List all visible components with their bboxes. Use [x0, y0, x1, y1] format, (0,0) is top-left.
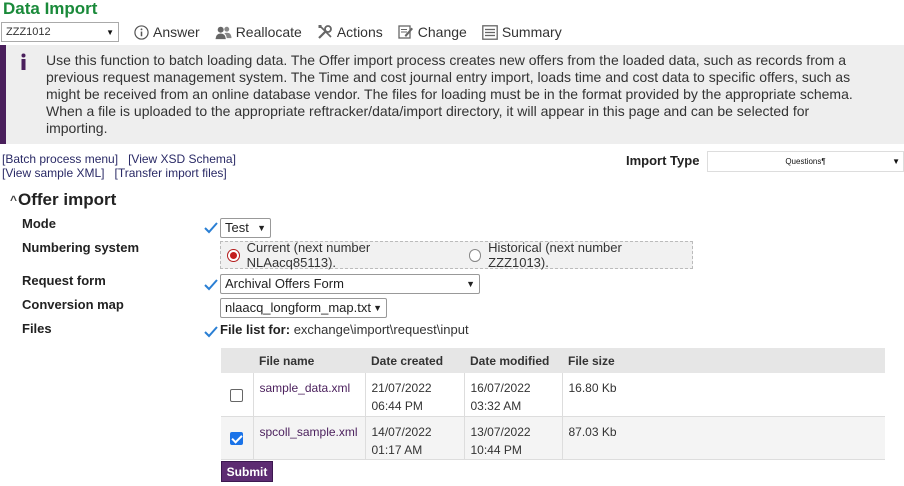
- file-list-path: File list for: exchange\import\request\i…: [220, 322, 469, 337]
- page-title: Data Import: [3, 0, 98, 18]
- batch-process-menu-link[interactable]: [Batch process menu]: [2, 152, 118, 166]
- info-circle-icon: [134, 24, 149, 40]
- change-label: Change: [417, 24, 467, 40]
- header-file-name[interactable]: File name: [253, 348, 365, 373]
- chevron-down-icon: ▼: [257, 223, 266, 233]
- request-select-value: ZZZ1012: [6, 26, 51, 38]
- actions-label: Actions: [336, 24, 383, 40]
- edit-icon: [398, 25, 413, 39]
- links-bar: [Batch process menu] [View XSD Schema] […: [2, 152, 236, 180]
- file-list-prefix: File list for:: [220, 322, 291, 337]
- date-created-cell: 21/07/2022 06:44 PM: [365, 373, 465, 417]
- actions-button[interactable]: Actions: [317, 24, 383, 40]
- mode-label: Mode: [22, 216, 56, 231]
- conversion-map-select[interactable]: nlaacq_longform_map.txt ▼: [220, 298, 387, 318]
- section-title[interactable]: ^ Offer import: [10, 190, 116, 210]
- import-type-label: Import Type: [626, 153, 700, 168]
- chevron-down-icon: ▼: [373, 303, 382, 313]
- reallocate-label: Reallocate: [235, 24, 302, 40]
- date-modified-date: 16/07/2022: [470, 381, 531, 395]
- mode-select-value: Test: [225, 220, 249, 235]
- date-modified-date: 13/07/2022: [470, 424, 531, 439]
- transfer-import-files-link[interactable]: [Transfer import files]: [115, 166, 227, 180]
- file-name-cell[interactable]: sample_data.xml: [253, 373, 366, 417]
- summary-button[interactable]: Summary: [481, 24, 562, 40]
- date-modified-time: 03:32 AM: [470, 399, 522, 413]
- file-size-cell: 16.80 Kb: [562, 373, 885, 417]
- file-list-directory: exchange\import\request\input: [293, 322, 469, 337]
- date-created-time: 06:44 PM: [371, 399, 423, 413]
- view-xsd-schema-link[interactable]: [View XSD Schema]: [128, 152, 236, 166]
- numbering-radio-group: Current (next number NLAacq85113). Histo…: [220, 240, 693, 270]
- info-text: Use this function to batch loading data.…: [46, 52, 853, 136]
- chevron-down-icon: ▼: [892, 157, 900, 166]
- date-modified-time: 10:44 PM: [470, 442, 522, 457]
- radio-historical-label: Historical (next number ZZZ1013).: [488, 240, 622, 270]
- header-select: [221, 348, 253, 373]
- request-form-value: Archival Offers Form: [225, 276, 344, 291]
- files-table: File name Date created Date modified Fil…: [221, 348, 885, 460]
- file-name-cell[interactable]: spcoll_sample.xml: [253, 416, 366, 460]
- date-created-date: 21/07/2022: [371, 381, 432, 395]
- checkmark-icon: [204, 279, 218, 291]
- date-modified-cell: 13/07/2022 10:44 PM: [464, 416, 563, 460]
- header-date-modified[interactable]: Date modified: [464, 348, 562, 373]
- request-form-label: Request form: [22, 273, 106, 288]
- users-icon: [215, 26, 232, 39]
- date-modified-cell: 16/07/2022 03:32 AM: [464, 373, 563, 417]
- list-icon: [481, 24, 498, 40]
- table-row: sample_data.xml 21/07/2022 06:44 PM 16/07…: [221, 373, 885, 417]
- collapse-caret-icon: ^: [10, 193, 18, 207]
- section-title-text: Offer import: [18, 190, 117, 209]
- conversion-map-value: nlaacq_longform_map.txt: [225, 300, 371, 315]
- radio-historical[interactable]: [468, 248, 482, 262]
- checkmark-icon: [204, 326, 218, 338]
- files-label: Files: [22, 321, 52, 336]
- reallocate-button[interactable]: Reallocate: [215, 24, 302, 40]
- table-header-row: File name Date created Date modified Fil…: [221, 348, 885, 373]
- info-icon: [21, 53, 26, 70]
- conversion-map-label: Conversion map: [22, 297, 124, 312]
- chevron-down-icon: ▼: [106, 27, 114, 37]
- mode-select[interactable]: Test ▼: [220, 218, 271, 238]
- row-select-cell: [221, 373, 254, 417]
- checkmark-icon: [204, 222, 218, 234]
- date-created-time: 01:17 AM: [371, 442, 423, 457]
- view-sample-xml-link[interactable]: [View sample XML]: [2, 166, 105, 180]
- answer-label: Answer: [153, 24, 200, 40]
- import-type-select[interactable]: Questions¶ ▼: [707, 151, 904, 172]
- summary-label: Summary: [501, 24, 562, 40]
- table-row: spcoll_sample.xml 14/07/2022 01:17 AM 13/…: [221, 416, 885, 460]
- import-type-value: Questions¶: [785, 157, 826, 166]
- radio-current[interactable]: [227, 248, 240, 262]
- info-panel: Use this function to batch loading data.…: [0, 45, 904, 144]
- header-date-created[interactable]: Date created: [365, 348, 464, 373]
- row-checkbox[interactable]: [230, 431, 244, 445]
- toolbar: ZZZ1012 ▼ Answer Reallocate Actions Chan…: [1, 21, 562, 43]
- numbering-system-label: Numbering system: [22, 240, 140, 255]
- answer-button[interactable]: Answer: [134, 24, 200, 40]
- radio-current-label: Current (next number NLAacq85113).: [246, 240, 371, 270]
- tools-icon: [318, 25, 332, 39]
- row-checkbox[interactable]: [230, 388, 244, 402]
- submit-button[interactable]: Submit: [221, 461, 273, 482]
- chevron-down-icon: ▼: [466, 279, 475, 289]
- request-select[interactable]: ZZZ1012 ▼: [1, 22, 119, 42]
- row-select-cell: [221, 416, 254, 460]
- header-file-size[interactable]: File size: [562, 348, 885, 373]
- change-button[interactable]: Change: [398, 24, 467, 40]
- file-size-cell: 87.03 Kb: [562, 416, 885, 460]
- date-created-date: 14/07/2022: [371, 424, 432, 439]
- request-form-select[interactable]: Archival Offers Form ▼: [220, 274, 480, 294]
- date-created-cell: 14/07/2022 01:17 AM: [365, 416, 465, 460]
